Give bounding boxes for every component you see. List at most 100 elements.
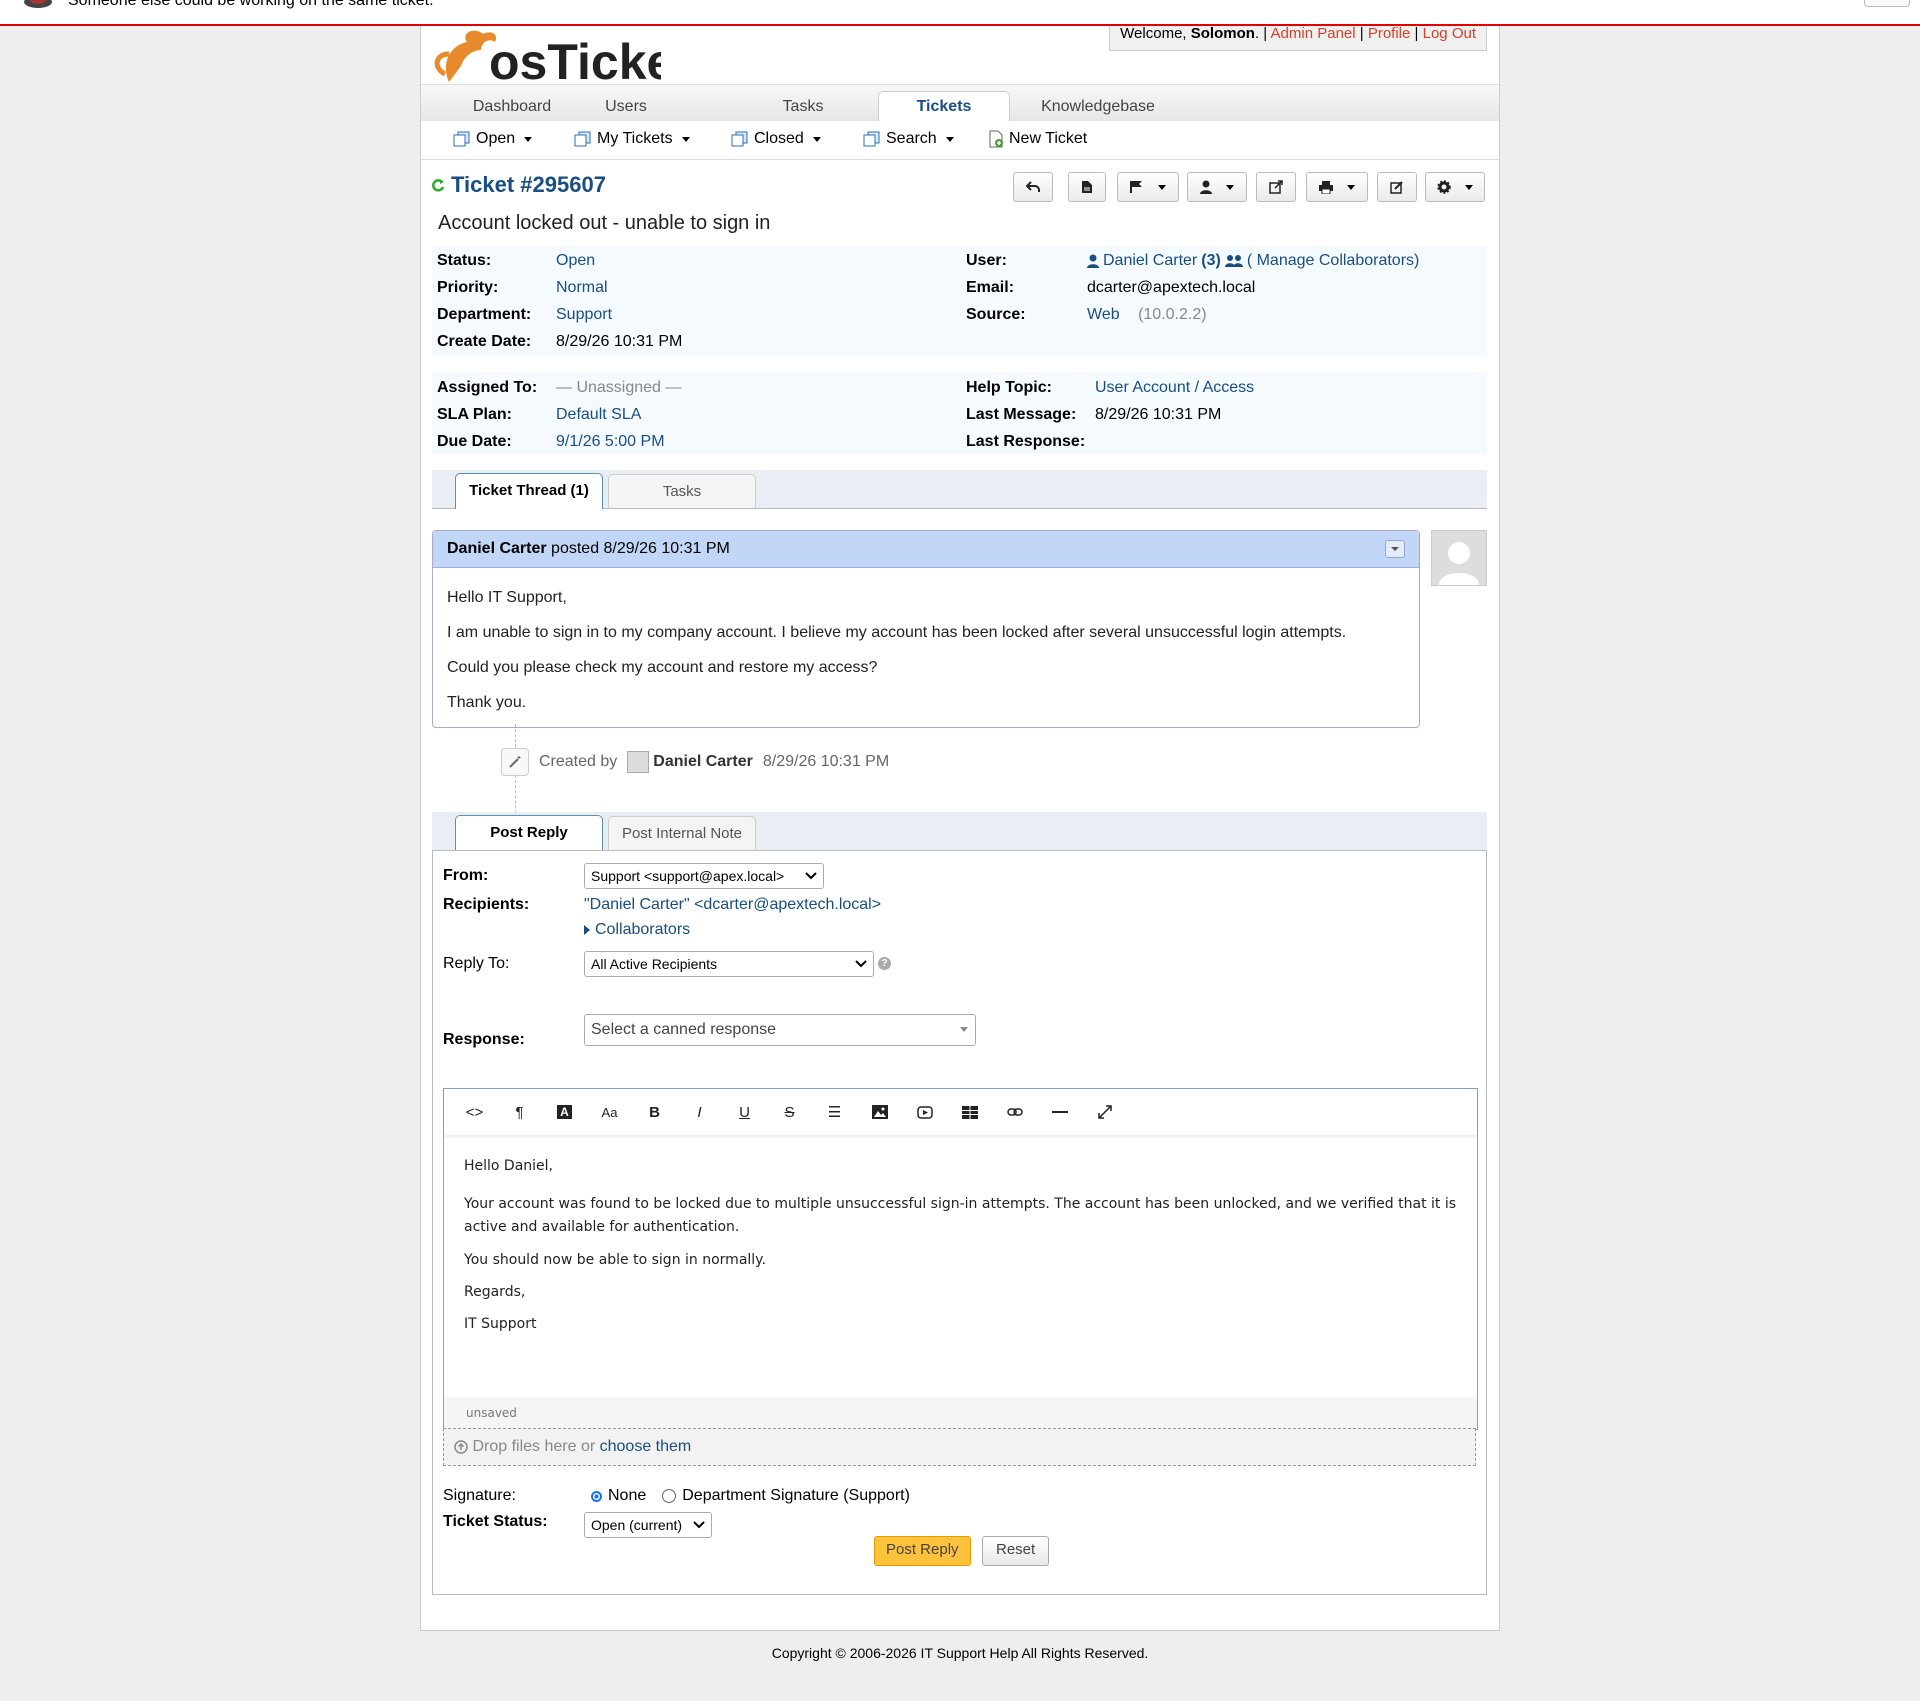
subnav-closed[interactable]: Closed [731,130,821,148]
edit-document-button[interactable] [1068,172,1106,202]
flag-icon [1130,180,1144,194]
strikethrough-icon[interactable]: S [767,1097,812,1127]
subnav-open[interactable]: Open [453,130,533,148]
table-icon[interactable] [947,1097,992,1127]
document-icon [1081,180,1093,194]
tab-dashboard[interactable]: Dashboard [457,94,567,121]
editor-paragraph: Hello Daniel, [464,1158,554,1174]
help-topic-value[interactable]: User Account / Access [1095,377,1254,399]
drop-text: Drop files here or [472,1438,596,1455]
event-prefix: Created by [539,753,618,770]
profile-link[interactable]: Profile [1368,25,1411,42]
admin-panel-link[interactable]: Admin Panel [1271,25,1356,42]
editor-paragraph: Regards, [464,1284,526,1300]
subnav-new-ticket-label: New Ticket [1009,130,1088,147]
subnav-search[interactable]: Search [863,130,954,148]
flag-menu-button[interactable] [1117,172,1179,202]
sla-value[interactable]: Default SLA [556,404,641,426]
horizontal-rule-icon[interactable] [1037,1097,1082,1127]
print-icon [1319,180,1333,194]
bold-icon[interactable]: B [632,1097,677,1127]
assigned-value[interactable]: — Unassigned — [556,377,681,399]
signature-dept-radio[interactable] [662,1489,677,1503]
list-icon[interactable]: ☰ [812,1097,857,1127]
refresh-icon[interactable] [431,177,445,193]
link-icon[interactable] [992,1097,1037,1127]
help-tip-icon[interactable]: ? [878,957,891,970]
department-value[interactable]: Support [556,304,612,326]
video-icon[interactable] [902,1097,947,1127]
font-size-icon[interactable]: Aa [587,1097,632,1127]
print-menu-button[interactable] [1306,172,1368,202]
collaborators-toggle[interactable]: Collaborators [584,921,690,939]
reply-action-button[interactable] [1013,172,1053,202]
italic-icon[interactable]: I [677,1097,722,1127]
subnav-my-tickets[interactable]: My Tickets [574,130,690,148]
chevron-down-icon [693,1521,705,1529]
welcome-prefix: Welcome, [1120,25,1187,42]
subnav-new-ticket[interactable]: New Ticket [988,130,1087,148]
tab-tickets[interactable]: Tickets [878,91,1010,122]
due-value[interactable]: 9/1/26 5:00 PM [556,431,665,453]
subnav-open-label: Open [476,130,516,147]
author-avatar [1431,530,1487,586]
manage-collaborators-link[interactable]: ( Manage Collaborators) [1247,250,1420,272]
edit-ticket-button[interactable] [1377,172,1417,202]
page-footer: Copyright © 2006-2026 IT Support Help Al… [771,1645,1149,1661]
user-name[interactable]: Daniel Carter [1103,250,1197,272]
tab-post-reply[interactable]: Post Reply [455,815,603,851]
fullscreen-icon[interactable] [1082,1097,1127,1127]
status-value[interactable]: Open [556,250,595,272]
from-select[interactable]: Support <support@apex.local> [584,863,824,889]
create-date-value: 8/29/26 10:31 PM [556,333,683,350]
due-label: Due Date: [437,433,512,450]
ticket-number[interactable]: Ticket #295607 [451,172,606,198]
canned-response-placeholder: Select a canned response [591,1021,777,1038]
ticket-status-select[interactable]: Open (current) [584,1512,712,1538]
tab-tasks[interactable]: Tasks [773,94,833,121]
collaborators-label: Collaborators [595,921,691,938]
editor-paragraph: You should now be able to sign in normal… [464,1252,766,1268]
choose-files-link[interactable]: choose them [600,1438,692,1455]
image-icon[interactable] [857,1097,902,1127]
tab-thread-tasks[interactable]: Tasks [608,474,756,508]
file-dropzone[interactable]: Drop files here or choose them [443,1428,1476,1466]
underline-icon[interactable]: U [722,1097,767,1127]
tab-post-internal-note[interactable]: Post Internal Note [608,816,756,850]
notice-close-button[interactable] [1864,0,1910,7]
ticket-title: Ticket #295607 [431,172,606,198]
thread-tab-bar: Ticket Thread (1) Tasks [432,470,1487,509]
signature-none-label: None [608,1487,647,1504]
thread-options-dropdown[interactable] [1385,540,1405,558]
priority-value[interactable]: Normal [556,277,608,299]
main-nav: Dashboard Users Tasks Tickets Knowledgeb… [421,84,1499,122]
signature-none-radio[interactable] [591,1490,602,1502]
chevron-down-icon [1158,184,1166,190]
text-color-icon[interactable]: A [542,1097,587,1127]
osticket-logo[interactable]: osTicket [431,24,661,84]
source-value: Web (10.0.2.2) [1087,304,1207,326]
tab-knowledgebase[interactable]: Knowledgebase [1033,94,1163,121]
warning-ninja-icon [20,0,56,8]
recipients-value[interactable]: "Daniel Carter" <dcarter@apextech.local> [584,896,881,914]
collaborators-icon [1224,254,1243,268]
sla-label: SLA Plan: [437,406,512,423]
more-settings-button[interactable] [1425,172,1485,202]
user-value[interactable]: Daniel Carter (3) ( Manage Collaborators… [1087,250,1419,272]
paragraph-icon[interactable]: ¶ [497,1097,542,1127]
editor-content[interactable]: Hello Daniel, Your account was found to … [444,1136,1477,1344]
canned-response-select[interactable]: Select a canned response [584,1014,976,1046]
tab-ticket-thread[interactable]: Ticket Thread (1) [455,473,603,509]
logout-link[interactable]: Log Out [1423,25,1476,42]
ticket-info-secondary: Assigned To: — Unassigned — SLA Plan: De… [432,372,1487,454]
tab-users[interactable]: Users [591,94,661,121]
transfer-button[interactable] [1256,172,1296,202]
source-link[interactable]: Web [1087,306,1120,323]
post-reply-button[interactable]: Post Reply [874,1536,971,1566]
reply-to-select[interactable]: All Active Recipients [584,951,874,977]
editor-paragraph: Your account was found to be locked due … [464,1196,1457,1235]
assign-menu-button[interactable] [1187,172,1247,202]
code-view-icon[interactable]: <> [452,1097,497,1127]
reset-button[interactable]: Reset [982,1536,1050,1566]
status-label: Status: [437,252,492,269]
